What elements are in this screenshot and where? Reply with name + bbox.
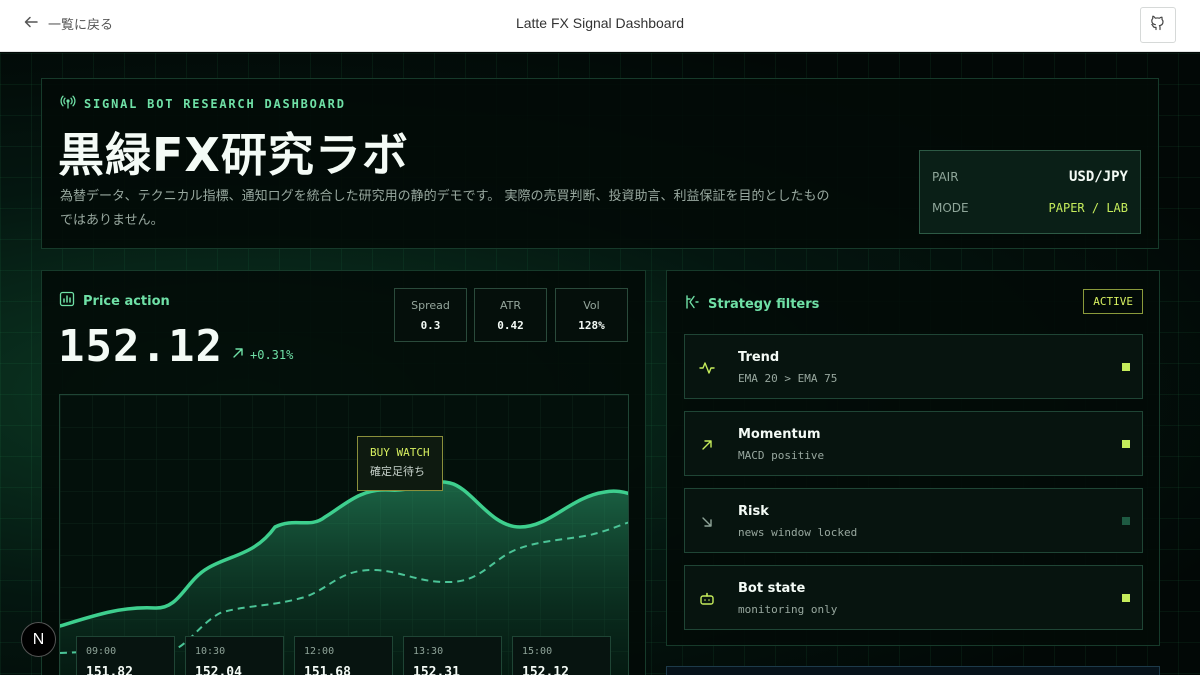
hero-panel: SIGNAL BOT RESEARCH DASHBOARD 黒緑FX研究ラボ 為… bbox=[41, 78, 1159, 249]
mode-row: MODE PAPER / LAB bbox=[932, 201, 1128, 215]
price-change-value: +0.31% bbox=[250, 347, 294, 362]
tick-time: 09:00 bbox=[86, 646, 117, 657]
metric-spread: Spread 0.3 bbox=[394, 288, 467, 342]
filter-bot-state[interactable]: Bot state monitoring only bbox=[684, 565, 1143, 630]
filter-momentum[interactable]: Momentum MACD positive bbox=[684, 411, 1143, 476]
pair-label: PAIR bbox=[932, 170, 959, 184]
framework-badge[interactable]: N bbox=[21, 622, 56, 657]
hero-description: 為替データ、テクニカル指標、通知ログを統合した研究用の静的デモです。 実際の売買… bbox=[60, 189, 830, 228]
tick-price: 151.68 bbox=[304, 665, 351, 675]
github-button[interactable] bbox=[1140, 7, 1176, 43]
status-dot bbox=[1122, 517, 1130, 525]
radio-signal-icon bbox=[60, 95, 76, 112]
filter-icon bbox=[684, 294, 700, 314]
pair-row: PAIR USD/JPY bbox=[932, 169, 1128, 185]
price-action-panel: Price action 152.12 +0.31% Spread 0.3 AT… bbox=[41, 270, 646, 675]
metric-value: 0.3 bbox=[420, 319, 441, 332]
strategy-heading-label: Strategy filters bbox=[708, 296, 820, 312]
price-change: +0.31% bbox=[232, 347, 293, 362]
current-price: 152.12 bbox=[58, 321, 223, 372]
metric-value: 0.42 bbox=[497, 319, 524, 332]
metric-label: Spread bbox=[411, 299, 450, 312]
pair-value: USD/JPY bbox=[1068, 169, 1128, 185]
metric-value: 128% bbox=[578, 319, 605, 332]
price-action-label: Price action bbox=[83, 293, 170, 309]
arrow-down-right-icon bbox=[702, 517, 712, 527]
price-chart: BUY WATCH 確定足待ち 09:00 151.82 10:30 152.0… bbox=[59, 394, 629, 675]
status-dot bbox=[1122, 363, 1130, 371]
metric-atr: ATR 0.42 bbox=[474, 288, 547, 342]
strategy-heading: Strategy filters bbox=[684, 294, 819, 314]
tick-price: 151.82 bbox=[86, 665, 133, 675]
filter-name: Bot state bbox=[738, 581, 806, 596]
filter-desc: news window locked bbox=[738, 526, 858, 539]
tick-time: 15:00 bbox=[522, 646, 553, 657]
signal-tooltip: BUY WATCH 確定足待ち bbox=[357, 436, 443, 491]
price-chart-plot bbox=[60, 395, 628, 675]
top-bar: 一覧に戻る Latte FX Signal Dashboard bbox=[0, 0, 1200, 52]
tick-time: 13:30 bbox=[413, 646, 444, 657]
tick-card: 15:00 152.12 bbox=[512, 636, 611, 675]
metric-label: ATR bbox=[499, 299, 522, 312]
github-icon bbox=[1150, 15, 1166, 35]
tick-price: 152.04 bbox=[195, 665, 242, 675]
hero-eyebrow: SIGNAL BOT RESEARCH DASHBOARD bbox=[60, 95, 346, 112]
bot-icon bbox=[700, 592, 714, 605]
filter-name: Momentum bbox=[738, 427, 821, 442]
tick-time: 10:30 bbox=[195, 646, 226, 657]
strategy-filters-panel: Strategy filters ACTIVE Trend EMA 20 > E… bbox=[666, 270, 1160, 646]
filter-name: Risk bbox=[738, 504, 769, 519]
pair-info-box: PAIR USD/JPY MODE PAPER / LAB bbox=[919, 150, 1141, 234]
filter-desc: monitoring only bbox=[738, 603, 838, 616]
arrow-up-right-icon bbox=[702, 440, 712, 450]
hero-title: 黒緑FX研究ラボ bbox=[58, 128, 409, 182]
mode-value: PAPER / LAB bbox=[1048, 201, 1128, 215]
tick-card: 12:00 151.68 bbox=[294, 636, 393, 675]
status-badge: ACTIVE bbox=[1083, 289, 1143, 314]
tooltip-subtitle: 確定足待ち bbox=[370, 465, 425, 478]
chart-bar-icon bbox=[59, 291, 75, 311]
tick-card: 09:00 151.82 bbox=[76, 636, 175, 675]
tick-price: 152.12 bbox=[522, 665, 569, 675]
filter-risk[interactable]: Risk news window locked bbox=[684, 488, 1143, 553]
dashboard-stage: SIGNAL BOT RESEARCH DASHBOARD 黒緑FX研究ラボ 為… bbox=[0, 53, 1200, 675]
trend-up-icon bbox=[232, 347, 244, 362]
eyebrow-text: SIGNAL BOT RESEARCH DASHBOARD bbox=[84, 96, 346, 111]
tooltip-title: BUY WATCH bbox=[370, 446, 430, 459]
filter-name: Trend bbox=[738, 350, 780, 365]
page-title: Latte FX Signal Dashboard bbox=[515, 15, 685, 31]
metric-label: Vol bbox=[583, 299, 600, 312]
tick-card: 10:30 152.04 bbox=[185, 636, 284, 675]
next-panel-edge bbox=[666, 666, 1160, 675]
activity-icon bbox=[699, 362, 715, 374]
metric-vol: Vol 128% bbox=[555, 288, 628, 342]
status-dot bbox=[1122, 440, 1130, 448]
mode-label: MODE bbox=[932, 201, 969, 215]
price-action-heading: Price action bbox=[59, 291, 170, 311]
tick-card: 13:30 152.31 bbox=[403, 636, 502, 675]
filter-desc: MACD positive bbox=[738, 449, 825, 462]
tick-price: 152.31 bbox=[413, 665, 460, 675]
filter-trend[interactable]: Trend EMA 20 > EMA 75 bbox=[684, 334, 1143, 399]
filter-desc: EMA 20 > EMA 75 bbox=[738, 372, 838, 385]
status-dot bbox=[1122, 594, 1130, 602]
tick-time: 12:00 bbox=[304, 646, 335, 657]
